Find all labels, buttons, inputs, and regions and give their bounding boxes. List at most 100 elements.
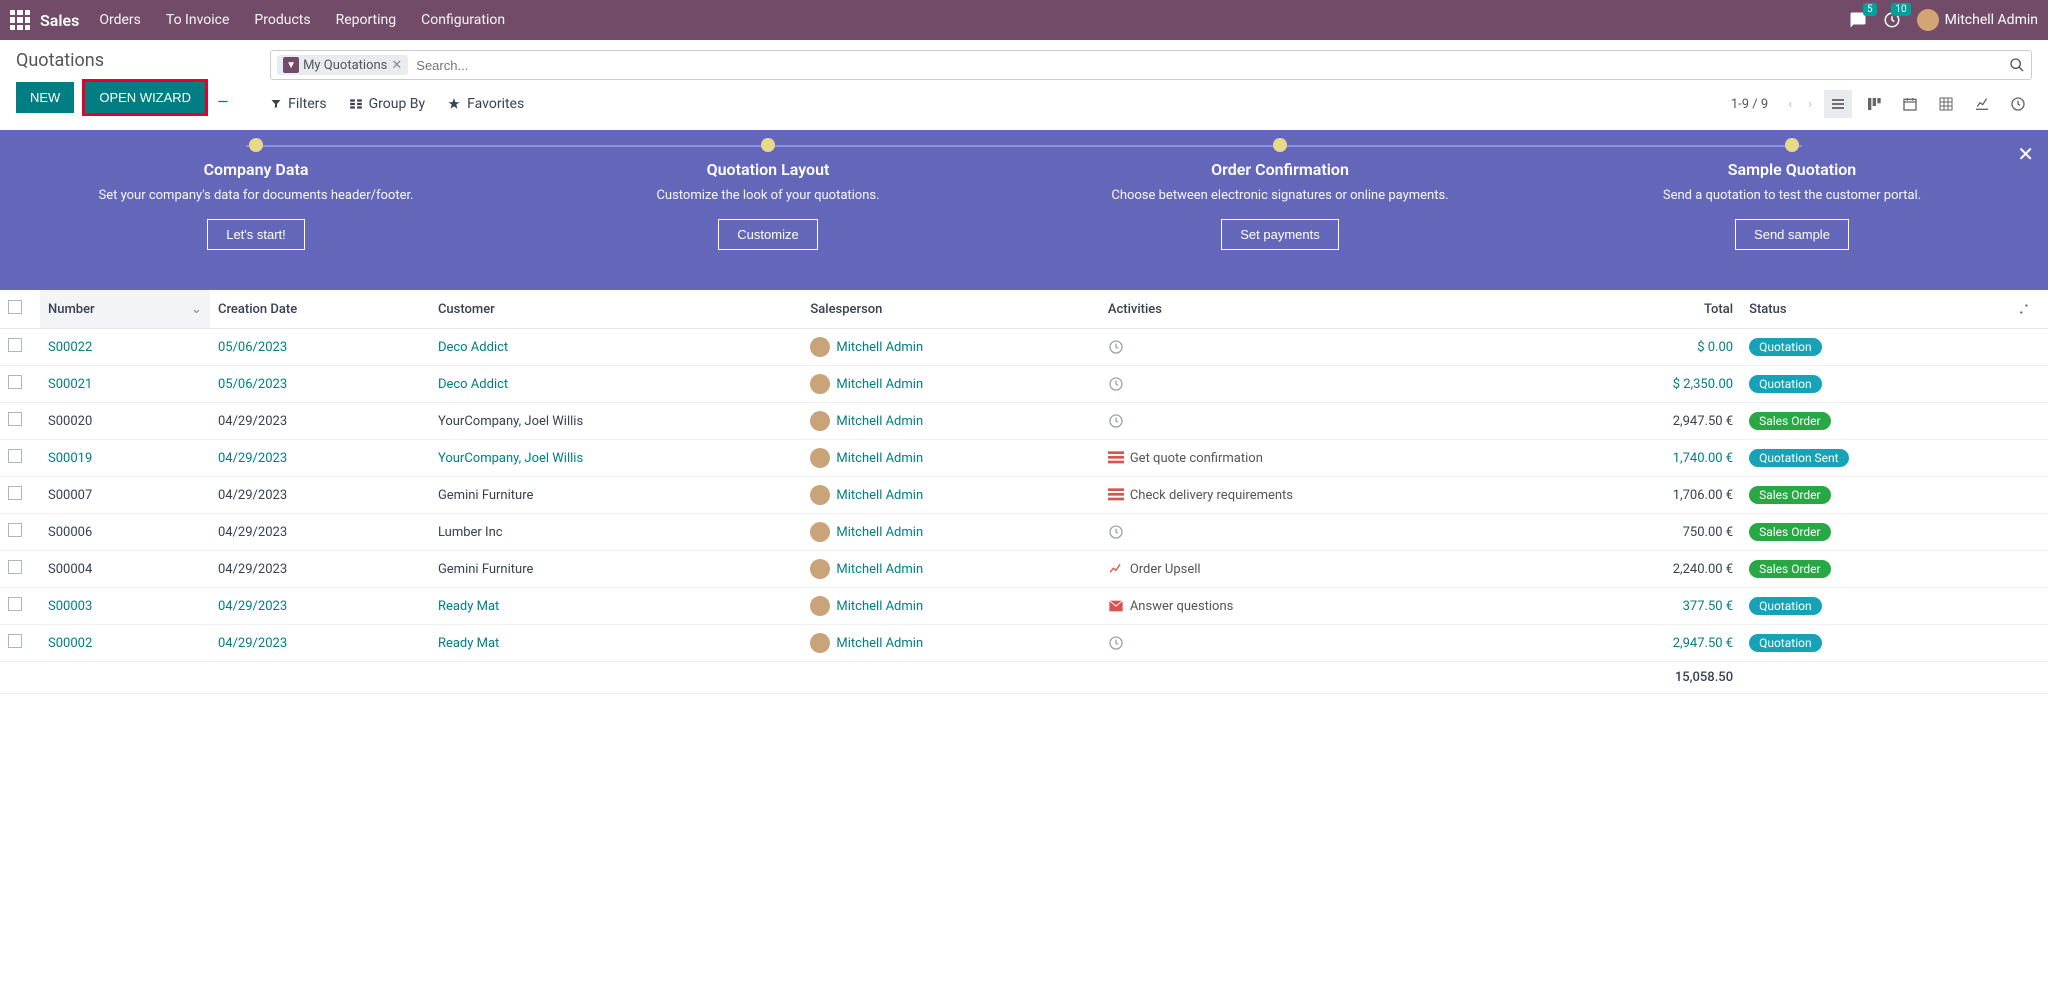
cell-customer[interactable]: Lumber Inc xyxy=(430,514,802,551)
table-row[interactable]: S0002205/06/2023Deco AddictMitchell Admi… xyxy=(0,329,2048,366)
cell-number[interactable]: S00006 xyxy=(40,514,210,551)
cell-activity[interactable] xyxy=(1100,366,1565,403)
cell-salesperson[interactable]: Mitchell Admin xyxy=(802,403,1099,440)
col-customer[interactable]: Customer xyxy=(430,290,802,329)
row-checkbox[interactable] xyxy=(8,486,22,500)
col-number[interactable]: Number⌄ xyxy=(40,290,210,329)
row-checkbox[interactable] xyxy=(8,449,22,463)
cell-customer[interactable]: Ready Mat xyxy=(430,588,802,625)
table-row[interactable]: S0000404/29/2023Gemini FurnitureMitchell… xyxy=(0,551,2048,588)
row-checkbox[interactable] xyxy=(8,634,22,648)
menu-reporting[interactable]: Reporting xyxy=(336,12,397,28)
lets-start-button[interactable]: Let's start! xyxy=(207,219,305,250)
cell-number[interactable]: S00003 xyxy=(40,588,210,625)
apps-icon[interactable] xyxy=(10,10,30,30)
row-checkbox[interactable] xyxy=(8,338,22,352)
cell-customer[interactable]: YourCompany, Joel Willis xyxy=(430,440,802,477)
activity-view-icon[interactable] xyxy=(2004,90,2032,118)
row-checkbox[interactable] xyxy=(8,560,22,574)
cell-activity[interactable]: Get quote confirmation xyxy=(1100,440,1565,477)
cell-customer[interactable]: Ready Mat xyxy=(430,625,802,662)
kanban-view-icon[interactable] xyxy=(1860,90,1888,118)
row-checkbox[interactable] xyxy=(8,375,22,389)
send-sample-button[interactable]: Send sample xyxy=(1735,219,1849,250)
col-activities[interactable]: Activities xyxy=(1100,290,1565,329)
cell-customer[interactable]: Deco Addict xyxy=(430,366,802,403)
table-row[interactable]: S0000704/29/2023Gemini FurnitureMitchell… xyxy=(0,477,2048,514)
pivot-view-icon[interactable] xyxy=(1932,90,1960,118)
cell-number[interactable]: S00021 xyxy=(40,366,210,403)
set-payments-button[interactable]: Set payments xyxy=(1221,219,1339,250)
cell-salesperson[interactable]: Mitchell Admin xyxy=(802,477,1099,514)
col-status[interactable]: Status xyxy=(1741,290,2008,329)
customize-button[interactable]: Customize xyxy=(718,219,817,250)
download-icon[interactable] xyxy=(216,90,230,105)
search-bar[interactable]: ▼ My Quotations ✕ xyxy=(270,50,2032,80)
cell-number[interactable]: S00022 xyxy=(40,329,210,366)
groupby-button[interactable]: Group By xyxy=(349,96,426,112)
cell-number[interactable]: S00007 xyxy=(40,477,210,514)
col-salesperson[interactable]: Salesperson xyxy=(802,290,1099,329)
user-menu[interactable]: Mitchell Admin xyxy=(1917,9,2038,31)
cell-date: 04/29/2023 xyxy=(210,440,430,477)
menu-orders[interactable]: Orders xyxy=(99,12,141,28)
cell-customer[interactable]: Gemini Furniture xyxy=(430,551,802,588)
search-icon[interactable] xyxy=(2009,57,2025,73)
cell-number[interactable]: S00019 xyxy=(40,440,210,477)
menu-products[interactable]: Products xyxy=(254,12,310,28)
cell-salesperson[interactable]: Mitchell Admin xyxy=(802,625,1099,662)
pager-next-icon[interactable]: › xyxy=(1804,97,1816,112)
cell-activity[interactable]: Check delivery requirements xyxy=(1100,477,1565,514)
cell-salesperson[interactable]: Mitchell Admin xyxy=(802,551,1099,588)
list-view-icon[interactable] xyxy=(1824,90,1852,118)
new-button[interactable]: NEW xyxy=(16,82,74,113)
search-chip[interactable]: ▼ My Quotations ✕ xyxy=(277,55,408,75)
table-row[interactable]: S0000604/29/2023Lumber IncMitchell Admin… xyxy=(0,514,2048,551)
cell-activity[interactable] xyxy=(1100,625,1565,662)
cell-number[interactable]: S00002 xyxy=(40,625,210,662)
select-all-checkbox[interactable] xyxy=(8,300,22,314)
table-row[interactable]: S0002105/06/2023Deco AddictMitchell Admi… xyxy=(0,366,2048,403)
cell-status: Quotation Sent xyxy=(1741,440,2008,477)
graph-view-icon[interactable] xyxy=(1968,90,1996,118)
cell-activity[interactable]: Answer questions xyxy=(1100,588,1565,625)
search-input[interactable] xyxy=(416,58,2009,73)
menu-to-invoice[interactable]: To Invoice xyxy=(166,12,230,28)
cell-activity[interactable] xyxy=(1100,329,1565,366)
chip-remove-icon[interactable]: ✕ xyxy=(391,58,402,73)
menu-configuration[interactable]: Configuration xyxy=(421,12,505,28)
filters-button[interactable]: Filters xyxy=(270,96,327,112)
cell-salesperson[interactable]: Mitchell Admin xyxy=(802,588,1099,625)
brand[interactable]: Sales xyxy=(40,11,79,30)
quotations-table: Number⌄ Creation Date Customer Salespers… xyxy=(0,290,2048,694)
cell-activity[interactable] xyxy=(1100,403,1565,440)
table-row[interactable]: S0002004/29/2023YourCompany, Joel Willis… xyxy=(0,403,2048,440)
column-settings-icon[interactable] xyxy=(2016,302,2030,317)
pager-prev-icon[interactable]: ‹ xyxy=(1784,97,1796,112)
cell-customer[interactable]: YourCompany, Joel Willis xyxy=(430,403,802,440)
cell-customer[interactable]: Deco Addict xyxy=(430,329,802,366)
table-row[interactable]: S0000204/29/2023Ready MatMitchell Admin2… xyxy=(0,625,2048,662)
table-row[interactable]: S0001904/29/2023YourCompany, Joel Willis… xyxy=(0,440,2048,477)
col-date[interactable]: Creation Date xyxy=(210,290,430,329)
open-wizard-button[interactable]: OPEN WIZARD xyxy=(82,79,208,116)
cell-activity[interactable] xyxy=(1100,514,1565,551)
messages-icon[interactable]: 5 xyxy=(1849,11,1867,29)
cell-salesperson[interactable]: Mitchell Admin xyxy=(802,440,1099,477)
calendar-view-icon[interactable] xyxy=(1896,90,1924,118)
cell-activity[interactable]: Order Upsell xyxy=(1100,551,1565,588)
cell-number[interactable]: S00020 xyxy=(40,403,210,440)
cell-salesperson[interactable]: Mitchell Admin xyxy=(802,366,1099,403)
row-checkbox[interactable] xyxy=(8,412,22,426)
row-checkbox[interactable] xyxy=(8,523,22,537)
favorites-button[interactable]: Favorites xyxy=(447,96,524,112)
cell-salesperson[interactable]: Mitchell Admin xyxy=(802,329,1099,366)
col-total[interactable]: Total xyxy=(1565,290,1741,329)
chart-icon xyxy=(1108,561,1124,577)
table-row[interactable]: S0000304/29/2023Ready MatMitchell AdminA… xyxy=(0,588,2048,625)
activities-icon[interactable]: 10 xyxy=(1883,11,1901,29)
cell-salesperson[interactable]: Mitchell Admin xyxy=(802,514,1099,551)
row-checkbox[interactable] xyxy=(8,597,22,611)
cell-number[interactable]: S00004 xyxy=(40,551,210,588)
cell-customer[interactable]: Gemini Furniture xyxy=(430,477,802,514)
